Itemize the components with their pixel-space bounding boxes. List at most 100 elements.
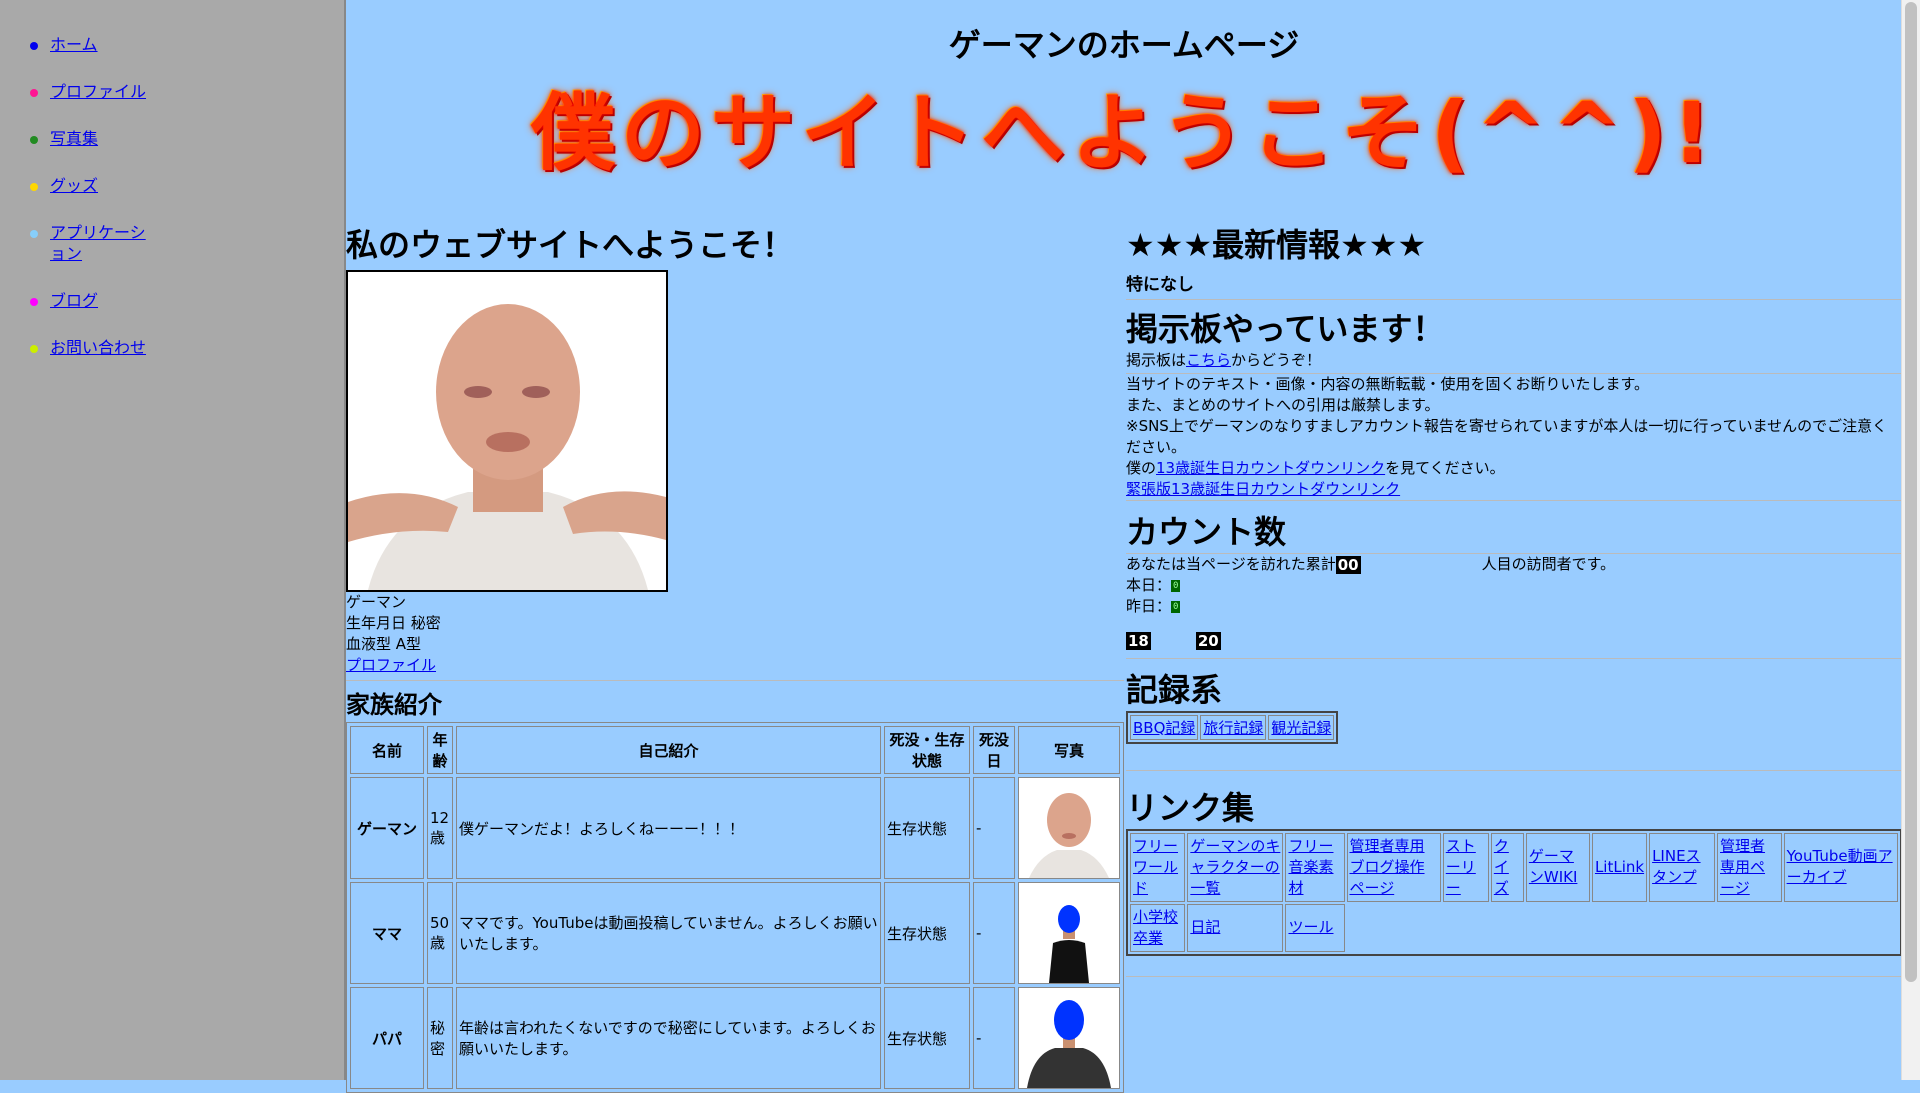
sidebar-link[interactable]: アプリケーション (50, 223, 146, 263)
record-link[interactable]: BBQ記録 (1133, 719, 1195, 737)
link-item[interactable]: 小学校卒業 (1133, 908, 1178, 947)
counter-b: 20 (1195, 631, 1221, 650)
sidebar-link[interactable]: グッズ (50, 176, 98, 195)
link-item[interactable]: 日記 (1190, 918, 1220, 936)
family-status-cell: 生存状態 (884, 882, 970, 984)
yesterday-counter: 0 (1171, 600, 1181, 613)
link-cell: 日記 (1187, 903, 1284, 952)
link-item[interactable]: 管理者専用ブログ操作ページ (1350, 837, 1425, 897)
notice-text-3: ※SNS上でゲーマンのなりすましアカウント報告を寄せられていますが本人は一切に行… (1126, 417, 1888, 456)
bullet-icon (30, 136, 38, 144)
link-item[interactable]: LitLink (1595, 858, 1644, 876)
record-link[interactable]: 旅行記録 (1203, 719, 1263, 737)
page-scrollbar[interactable] (1901, 0, 1920, 1080)
column-header-death-date: 死没日 (973, 726, 1015, 774)
family-name-cell: ママ (350, 882, 424, 984)
profile-photo (346, 270, 668, 592)
profile-birthday: 生年月日 秘密 (346, 614, 441, 632)
bbs-pre-text: 掲示板は (1126, 351, 1187, 369)
sidebar-item: お問い合わせ (30, 337, 150, 358)
bullet-icon (30, 42, 38, 50)
table-row: ママ 50歳 ママです。YouTubeは動画投稿していません。よろしくお願いいたしま… (350, 882, 1120, 984)
sidebar: ホームプロファイル 写真集グッズアプリケーションブログお問い合わせ (0, 0, 346, 1080)
records-table: BBQ記録 旅行記録 観光記録 (1126, 710, 1339, 744)
yesterday-line: 昨日： 0 (1126, 596, 1902, 617)
link-cell: フリーワールド (1130, 832, 1186, 902)
bbs-link[interactable]: こちら (1186, 351, 1231, 369)
visitor-line: あなたは当ページを訪れた累計 00 人目の訪問者です。 (1126, 553, 1902, 575)
family-intro-cell: 年齢は言われたくないですので秘密にしています。よろしくお願いいたします。 (456, 987, 881, 1089)
family-status-cell: 生存状態 (884, 987, 970, 1089)
person-image-icon (348, 272, 666, 590)
welcome-heading: 私のウェブサイトへようこそ！ (346, 226, 795, 264)
link-item[interactable]: LINEスタンプ (1652, 847, 1700, 886)
notice-text-2: また、まとめのサイトへの引用は厳禁します。 (1126, 396, 1440, 414)
bbs-post-text: からどうぞ！ (1231, 351, 1322, 369)
welcome-banner: 僕のサイトへようこそ(^^)! (531, 84, 1717, 182)
link-cell: LINEスタンプ (1649, 832, 1716, 902)
family-photo-icon (1019, 883, 1119, 983)
bullet-icon (30, 345, 38, 353)
tense-countdown-link[interactable]: 緊張版13歳誕生日カウントダウンリンク (1126, 480, 1400, 498)
profile-link[interactable]: プロファイル (346, 656, 436, 674)
link-item[interactable]: クイズ (1494, 837, 1509, 897)
divider (346, 680, 1124, 681)
sidebar-link[interactable]: ブログ (50, 291, 98, 310)
column-header-status: 死没・生存状態 (884, 726, 970, 774)
sidebar-item: グッズ (30, 175, 150, 196)
countdown-line: 僕の13歳誕生日カウントダウンリンクを見てください。 (1126, 458, 1902, 479)
profile-blood-type: 血液型 A型 (346, 635, 422, 653)
record-cell: 旅行記録 (1200, 714, 1267, 740)
family-table: 名前 年齢 自己紹介 死没・生存状態 死没日 写真 ゲーマン 12歳 僕ゲーマンだよ… (346, 722, 1124, 1093)
family-heading: 家族紹介 (346, 691, 442, 719)
link-cell: フリー音楽素材 (1285, 832, 1345, 902)
links-heading: リンク集 (1126, 788, 1255, 827)
family-photo-cell (1018, 777, 1120, 879)
bullet-icon (30, 298, 38, 306)
link-item[interactable]: フリーワールド (1133, 837, 1178, 897)
column-header-name: 名前 (350, 726, 424, 774)
news-text: 特になし (1126, 266, 1902, 300)
column-header-intro: 自己紹介 (456, 726, 881, 774)
profile-name: ゲーマン (346, 593, 407, 611)
visitor-pre-text: あなたは当ページを訪れた累計 (1126, 555, 1336, 573)
sidebar-item: ブログ (30, 290, 150, 311)
countdown-post-text: を見てください。 (1385, 459, 1505, 477)
record-link[interactable]: 観光記録 (1271, 719, 1331, 737)
family-name-cell: ゲーマン (350, 777, 424, 879)
family-age-cell: 50歳 (427, 882, 453, 984)
sidebar-link[interactable]: ホーム (50, 35, 98, 54)
sidebar-item: ホーム (30, 34, 150, 55)
counter-a: 18 (1126, 631, 1151, 650)
link-item[interactable]: ツール (1288, 918, 1333, 936)
visitor-post-text: 人目の訪問者です。 (1481, 555, 1616, 573)
sidebar-link[interactable]: お問い合わせ (50, 338, 146, 357)
bullet-icon (30, 89, 38, 97)
record-cell: 観光記録 (1268, 714, 1335, 740)
sidebar-item: アプリケーション (30, 222, 150, 264)
today-counter: 0 (1171, 579, 1181, 592)
bbs-heading: 掲示板やっています！ (1126, 310, 1445, 348)
column-header-photo: 写真 (1018, 726, 1120, 774)
countdown-link[interactable]: 13歳誕生日カウントダウンリンク (1156, 459, 1385, 477)
sidebar-link[interactable]: 写真集 (50, 129, 98, 148)
sidebar-item: プロファイル (30, 81, 150, 102)
bullet-icon (30, 183, 38, 191)
link-item[interactable]: ストーリー (1446, 837, 1476, 897)
scrollbar-thumb[interactable] (1905, 2, 1917, 982)
family-age-cell: 秘密 (427, 987, 453, 1089)
link-item[interactable]: フリー音楽素材 (1288, 837, 1333, 897)
link-item[interactable]: ゲーマンのキャラクターの一覧 (1190, 837, 1280, 897)
visitor-counter: 00 (1335, 555, 1361, 574)
link-item[interactable]: YouTube動画アーカイブ (1787, 847, 1893, 886)
count-heading: カウント数 (1126, 513, 1287, 551)
today-label: 本日： (1126, 576, 1172, 594)
link-item[interactable]: ゲーマンWIKI (1529, 847, 1578, 886)
link-cell: 管理者専用ページ (1717, 832, 1782, 902)
table-row: パパ 秘密 年齢は言われたくないですので秘密にしています。よろしくお願いいたします。… (350, 987, 1120, 1089)
news-heading: ★★★最新情報★★★ (1126, 226, 1427, 264)
family-name-cell: パパ (350, 987, 424, 1089)
link-item[interactable]: 管理者専用ページ (1720, 837, 1765, 897)
sidebar-link[interactable]: プロファイル (50, 82, 146, 101)
family-photo-icon (1019, 778, 1119, 878)
